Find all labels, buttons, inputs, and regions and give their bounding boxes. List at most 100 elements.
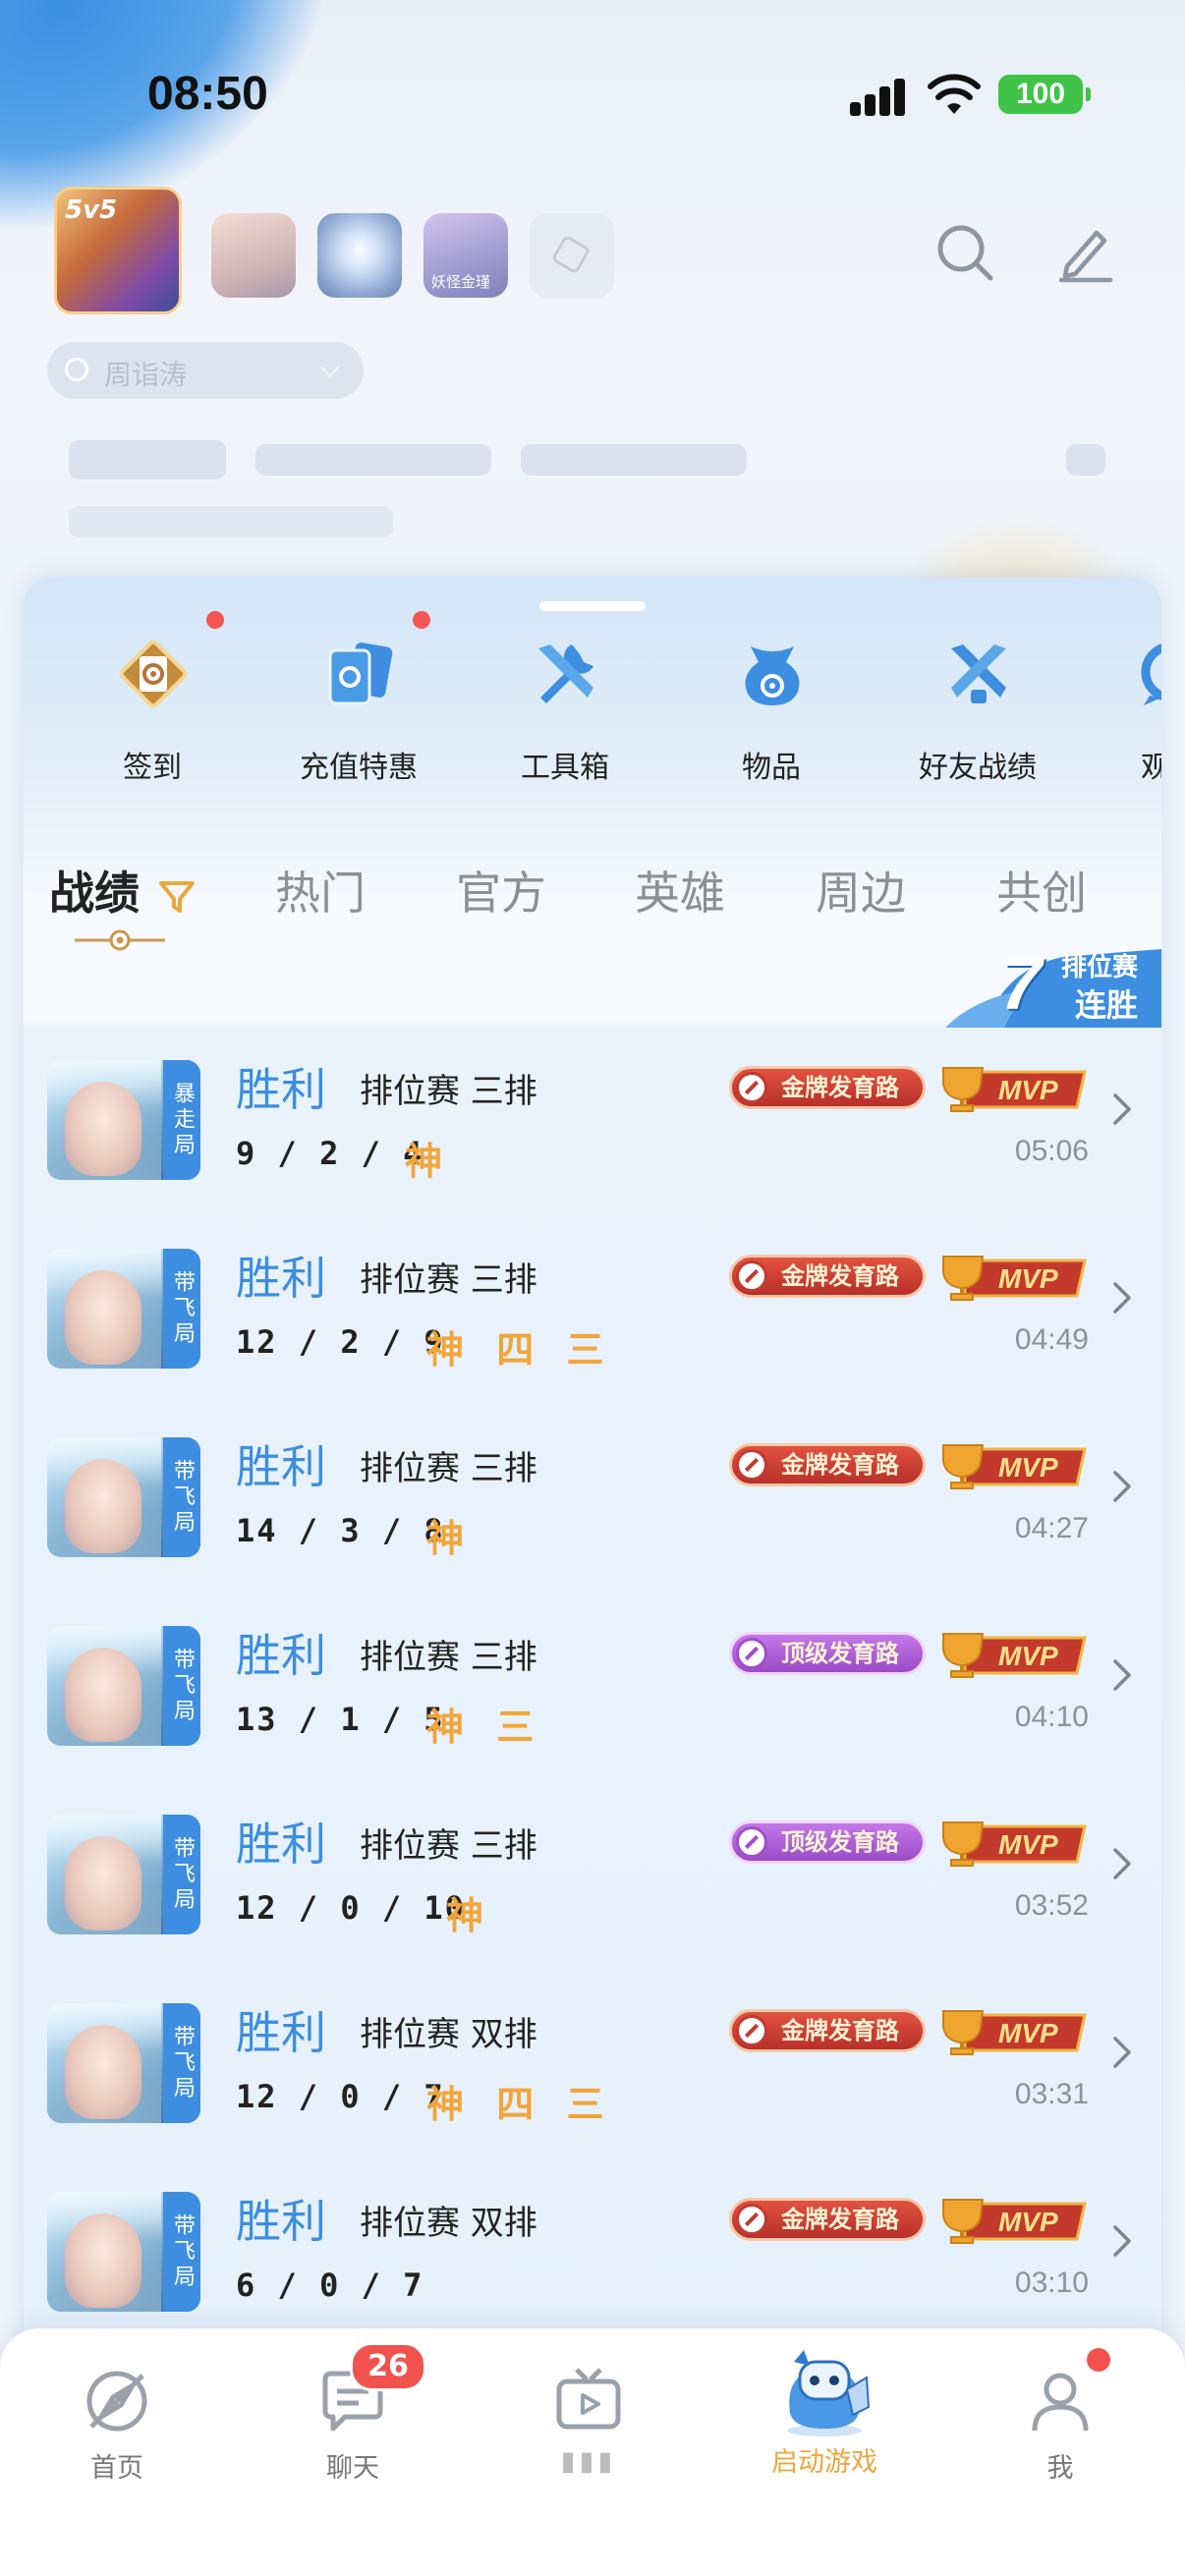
match-result: 胜利 (236, 2195, 326, 2248)
tab-official[interactable]: 官方 (456, 858, 546, 923)
quick-action-spectate[interactable]: 观战 (1051, 637, 1161, 794)
notification-dot (206, 611, 224, 629)
role-badge: 顶级发育路 (729, 1820, 926, 1864)
svg-text:MVP: MVP (998, 2018, 1058, 2048)
chevron-right-icon (1113, 2037, 1131, 2068)
bottom-nav: 首页 聊天 ▮▮▮ 启动游戏 我 (0, 2328, 1185, 2576)
match-result: 胜利 (236, 1252, 326, 1305)
filter-icon[interactable] (157, 877, 197, 917)
match-result: 胜利 (236, 2006, 326, 2059)
match-mode: 排位赛 三排 (360, 1826, 537, 1866)
sheet-drag-handle[interactable] (539, 601, 646, 611)
match-row[interactable]: 带飞局 胜利 排位赛 三排 12 / 2 / 9神 四 三 金牌发育路 MVP 04:49 (24, 1213, 1161, 1402)
no-entry-icon (736, 2015, 767, 2046)
nav-launch-game[interactable]: 启动游戏 (741, 2344, 908, 2479)
item-bag-icon (745, 646, 800, 705)
role-name: 周诣涛 (104, 359, 188, 391)
chevron-down-icon: ⌵ (320, 354, 340, 383)
role-dot-icon (65, 358, 88, 381)
chevron-right-icon (1113, 1659, 1131, 1691)
role-badge: 金牌发育路 (729, 2009, 926, 2052)
streak-line2: 连胜 (1075, 986, 1139, 1024)
game-honor-of-kings[interactable]: 5v5 (54, 187, 182, 314)
quick-action-sign-in[interactable]: 签到 (59, 611, 246, 794)
match-mode: 排位赛 三排 (360, 1260, 537, 1300)
no-entry-icon (736, 1638, 767, 1669)
records-sheet: 签到 充值特惠 工具箱 物品 好友战绩 观 战绩 热门 官方 英雄 周边 共创 … (24, 578, 1161, 2576)
cellular-signal-icon (850, 79, 907, 116)
profile-icon (1032, 2373, 1089, 2432)
tab-records[interactable]: 战绩 (49, 858, 197, 923)
chevron-right-icon (1113, 1471, 1131, 1502)
edit-icon[interactable] (1053, 221, 1116, 284)
match-row[interactable]: 带飞局 胜利 排位赛 三排 13 / 1 / 5神 三 顶级发育路 MVP 04:10 (24, 1591, 1161, 1779)
match-time: 03:52 (1014, 1889, 1089, 1922)
quick-action-toolbox[interactable]: 工具箱 (472, 637, 658, 794)
hero-avatar: 带飞局 (47, 2003, 200, 2123)
game-tag: 带飞局 (163, 2192, 200, 2312)
tab-hot[interactable]: 热门 (275, 858, 366, 923)
mvp-trophy-badge: MVP (942, 1633, 1087, 1678)
game-tag: 带飞局 (163, 1815, 200, 1934)
sign-in-card-icon (119, 640, 188, 708)
hero-avatar: 带飞局 (47, 1437, 200, 1557)
match-result: 胜利 (236, 1818, 326, 1871)
kda: 12 / 0 / 10 (236, 1889, 466, 1927)
game-4[interactable]: 妖怪金瑾 (423, 213, 508, 298)
quick-action-friend-records[interactable]: 好友战绩 (884, 637, 1071, 794)
nav-video[interactable]: ▮▮▮ (505, 2366, 672, 2477)
active-tab-indicator (75, 929, 165, 951)
match-time: 05:06 (1014, 1135, 1089, 1167)
match-time: 03:10 (1014, 2267, 1089, 2299)
hero-avatar: 带飞局 (47, 1249, 200, 1369)
game-3[interactable] (317, 213, 402, 298)
match-result: 胜利 (236, 1063, 326, 1116)
match-row[interactable]: 带飞局 胜利 排位赛 三排 14 / 3 / 8 神 金牌发育路 MVP 04:27 (24, 1402, 1161, 1591)
friend-record-icon (951, 644, 1006, 703)
nav-me[interactable]: 我 (977, 2366, 1144, 2485)
performance-marks: 神 三 (426, 1706, 544, 1749)
svg-text:MVP: MVP (998, 1452, 1058, 1483)
streak-number: 7 (1000, 942, 1043, 1026)
role-badge: 金牌发育路 (729, 1066, 926, 1109)
role-selector[interactable]: 周诣涛 ⌵ (47, 342, 364, 399)
compass-icon (86, 2371, 147, 2432)
role-badge: 金牌发育路 (729, 1255, 926, 1298)
match-row[interactable]: 带飞局 胜利 排位赛 双排 6 / 0 / 7 金牌发育路 MVP 03:10 (24, 2156, 1161, 2345)
match-row[interactable]: 暴走局 胜利 排位赛 三排 9 / 2 / 4 神 金牌发育路 MVP 05:06 (24, 1025, 1161, 1213)
no-entry-icon (736, 2204, 767, 2235)
kda: 14 / 3 / 8 (236, 1512, 445, 1549)
tv-icon (556, 2368, 621, 2430)
match-mode: 排位赛 双排 (360, 2204, 537, 2243)
match-mode: 排位赛 双排 (360, 2015, 537, 2054)
kda: 6 / 0 / 7 (236, 2267, 424, 2304)
kda: 13 / 1 / 5 (236, 1701, 445, 1738)
game-2[interactable] (211, 213, 296, 298)
quick-action-recharge[interactable]: 充值特惠 (265, 611, 452, 794)
mvp-trophy-badge: MVP (942, 1067, 1087, 1112)
more-games-icon[interactable] (530, 213, 614, 298)
nav-home[interactable]: 首页 (33, 2366, 200, 2485)
performance-marks: 神 四 三 (426, 1328, 614, 1372)
streak-line1: 排位赛 (1061, 953, 1139, 982)
match-mode: 排位赛 三排 (360, 1072, 537, 1111)
category-tabs: 战绩 热门 官方 英雄 周边 共创 (24, 858, 1161, 946)
kda: 12 / 2 / 9 (236, 1323, 445, 1361)
match-time: 04:27 (1014, 1512, 1089, 1544)
tab-heroes[interactable]: 英雄 (635, 858, 725, 923)
svg-text:MVP: MVP (998, 1263, 1058, 1294)
match-row[interactable]: 带飞局 胜利 排位赛 三排 12 / 0 / 10 神 顶级发育路 MVP 03:52 (24, 1779, 1161, 1968)
tab-co-create[interactable]: 共创 (996, 858, 1087, 923)
tab-merch[interactable]: 周边 (816, 858, 906, 923)
mvp-trophy-badge: MVP (942, 1821, 1087, 1867)
match-row[interactable]: 带飞局 胜利 排位赛 双排 12 / 0 / 7神 四 三 金牌发育路 MVP 03:31 (24, 1968, 1161, 2156)
search-icon[interactable] (933, 221, 996, 284)
role-badge: 金牌发育路 (729, 1443, 926, 1486)
profile-notification-dot (1087, 2348, 1110, 2372)
no-entry-icon (736, 1260, 767, 1292)
quick-action-items[interactable]: 物品 (678, 637, 865, 794)
hero-avatar: 带飞局 (47, 2192, 200, 2312)
notification-dot (413, 611, 430, 629)
kda: 12 / 0 / 7 (236, 2078, 445, 2115)
role-badge: 金牌发育路 (729, 2198, 926, 2241)
